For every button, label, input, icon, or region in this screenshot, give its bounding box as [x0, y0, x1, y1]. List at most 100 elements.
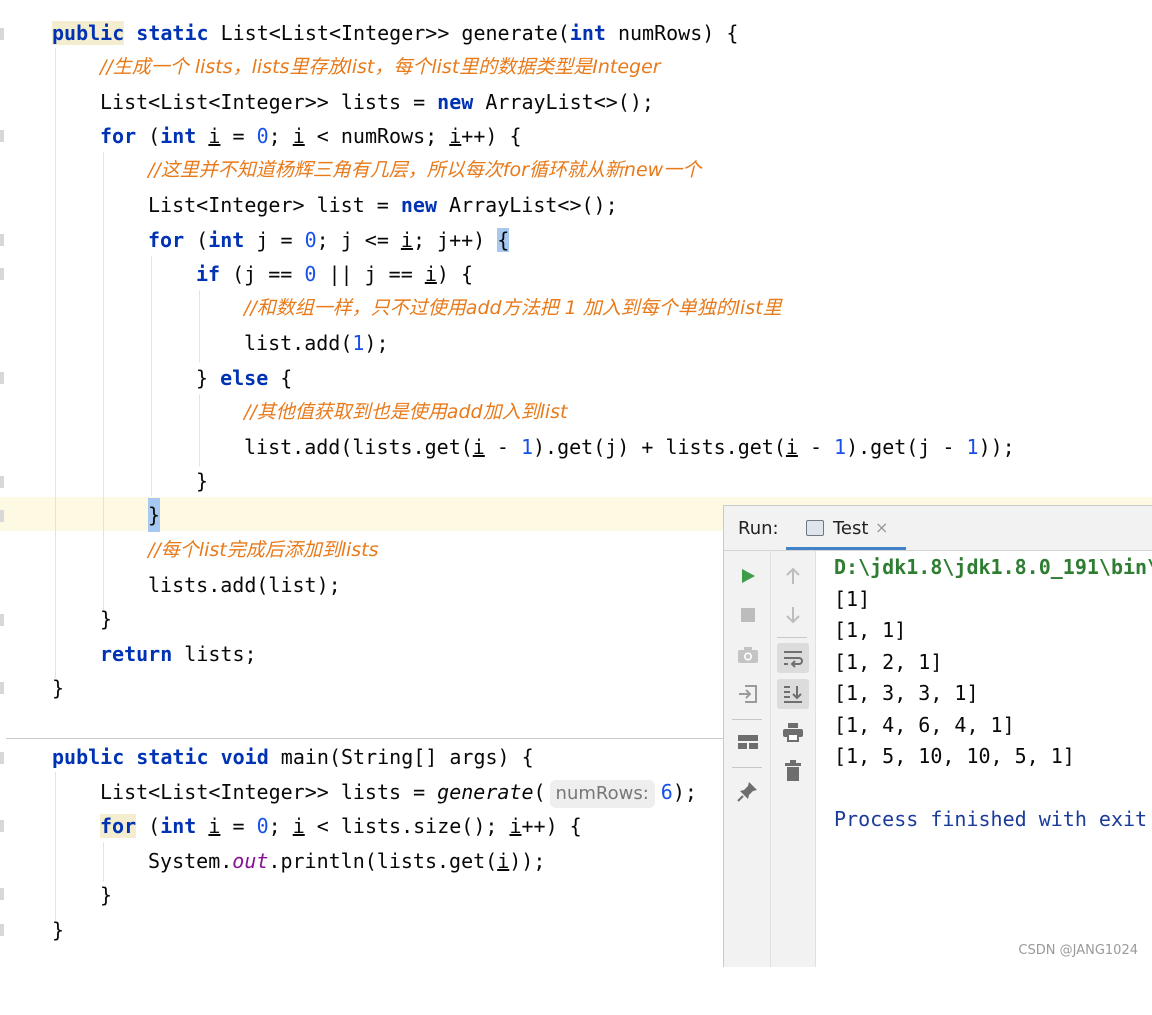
code-token: int [569, 21, 606, 45]
code-token: lists; [172, 642, 257, 666]
toolbar-divider [732, 719, 762, 720]
code-token: list.add(lists.get( [244, 435, 473, 459]
soft-wrap-toggle[interactable] [777, 643, 809, 673]
code-line[interactable]: //其他值获取到也是使用add加入到list [0, 395, 1152, 429]
layout-button[interactable] [732, 727, 764, 757]
print-icon [783, 723, 803, 742]
code-token: = [220, 124, 257, 148]
code-token: )); [978, 435, 1015, 459]
code-comment: //其他值获取到也是使用add加入到list [244, 401, 568, 423]
trash-icon [785, 760, 801, 781]
code-token: i [785, 435, 798, 459]
code-line[interactable]: List<List<Integer>> lists = new ArrayLis… [0, 85, 1152, 119]
code-token: 1 [834, 435, 847, 459]
code-line[interactable]: for (int i = 0; i < numRows; i++) { [0, 119, 1152, 153]
close-icon[interactable]: × [875, 518, 888, 537]
run-toolbar-left [724, 551, 771, 967]
scroll-to-end-toggle[interactable] [777, 679, 809, 709]
code-token: i [424, 262, 437, 286]
code-line[interactable]: } else { [0, 361, 1152, 395]
code-token: ( [184, 228, 209, 252]
code-token: System. [148, 849, 233, 873]
code-token: } [52, 676, 65, 700]
run-panel: Run: Test × D:\jdk1.8\jdk1.8.0_191\bin\ … [723, 505, 1152, 967]
console-tab-icon [806, 520, 824, 536]
code-line[interactable]: //生成一个 lists，lists里存放list，每个list里的数据类型是I… [0, 50, 1152, 84]
code-token: for [100, 124, 137, 148]
print-button[interactable] [777, 717, 809, 747]
soft-wrap-icon [784, 651, 803, 668]
code-token: } [100, 883, 113, 907]
code-token: = [220, 814, 257, 838]
restore-layout-button[interactable] [732, 679, 764, 709]
code-token: i [208, 124, 221, 148]
code-line[interactable]: //这里并不知道杨辉三角有几层，所以每次for循环就从新new一个 [0, 153, 1152, 187]
method-separator [6, 738, 726, 739]
code-line[interactable]: } [0, 464, 1152, 498]
code-token: ( [136, 814, 161, 838]
code-line[interactable]: //和数组一样，只不过使用add方法把 1 加入到每个单独的list里 [0, 291, 1152, 325]
pin-icon [737, 782, 757, 802]
code-token: )); [509, 849, 546, 873]
code-line[interactable]: if (j == 0 || j == i) { [0, 257, 1152, 291]
code-comment: //每个list完成后添加到lists [148, 539, 379, 561]
code-token: .println(lists.get( [268, 849, 498, 873]
code-token: } [196, 469, 209, 493]
code-token: 0 [304, 228, 317, 252]
clear-all-button[interactable] [777, 756, 809, 786]
code-token: i [208, 814, 221, 838]
tab-test[interactable]: Test × [786, 506, 906, 550]
code-token: 0 [256, 814, 269, 838]
console-output[interactable]: D:\jdk1.8\jdk1.8.0_191\bin\ [1] [1, 1] [… [834, 552, 1152, 962]
code-token: ( [136, 124, 161, 148]
code-token: || j == [316, 262, 425, 286]
dump-threads-button[interactable] [732, 640, 764, 670]
code-line[interactable]: list.add(1); [0, 326, 1152, 360]
stop-icon [741, 608, 755, 622]
code-token: ArrayList<>(); [437, 193, 618, 217]
code-line[interactable]: List<Integer> list = new ArrayList<>(); [0, 188, 1152, 222]
scroll-to-end-icon [784, 686, 802, 703]
stop-button[interactable] [732, 600, 764, 630]
code-token: } [100, 607, 113, 631]
code-token: static [136, 745, 209, 769]
layout-icon [738, 735, 758, 749]
code-token: out [232, 849, 269, 873]
console-line: [1, 3, 3, 1] [834, 681, 979, 705]
console-line-process: Process finished with exit [834, 807, 1148, 831]
parameter-hint: numRows: [549, 780, 655, 808]
run-label: Run: [738, 518, 779, 539]
code-token: < lists.size(); [304, 814, 510, 838]
code-token: void [220, 745, 269, 769]
code-token: ); [672, 780, 697, 804]
code-token: < numRows; [304, 124, 450, 148]
tab-label: Test [833, 518, 869, 539]
code-line[interactable]: list.add(lists.get(i - 1).get(j) + lists… [0, 430, 1152, 464]
code-token: new [437, 90, 474, 114]
code-token: i [400, 228, 413, 252]
code-token: int [208, 228, 245, 252]
next-occurrence-button[interactable] [777, 600, 809, 630]
code-token: new [400, 193, 437, 217]
code-token: list.add( [244, 331, 353, 355]
console-line: [1, 5, 10, 10, 5, 1] [834, 744, 1075, 768]
toolbar-divider [777, 637, 807, 638]
code-token: else [220, 366, 269, 390]
code-token: ; [268, 124, 293, 148]
code-token: ( [533, 780, 546, 804]
code-token: ++) { [521, 814, 582, 838]
previous-occurrence-button[interactable] [777, 561, 809, 591]
code-line[interactable]: public static List<List<Integer>> genera… [0, 16, 1152, 50]
code-token: return [100, 642, 173, 666]
pin-button[interactable] [732, 776, 764, 806]
code-token: int [160, 124, 197, 148]
code-token: public [52, 745, 125, 769]
code-token: public [52, 21, 125, 45]
code-token: 6 [660, 780, 673, 804]
code-token: i [497, 849, 510, 873]
rerun-button[interactable] [732, 561, 764, 591]
code-line[interactable]: for (int j = 0; j <= i; j++) { [0, 223, 1152, 257]
code-token: if [196, 262, 221, 286]
console-line: [1] [834, 587, 871, 611]
